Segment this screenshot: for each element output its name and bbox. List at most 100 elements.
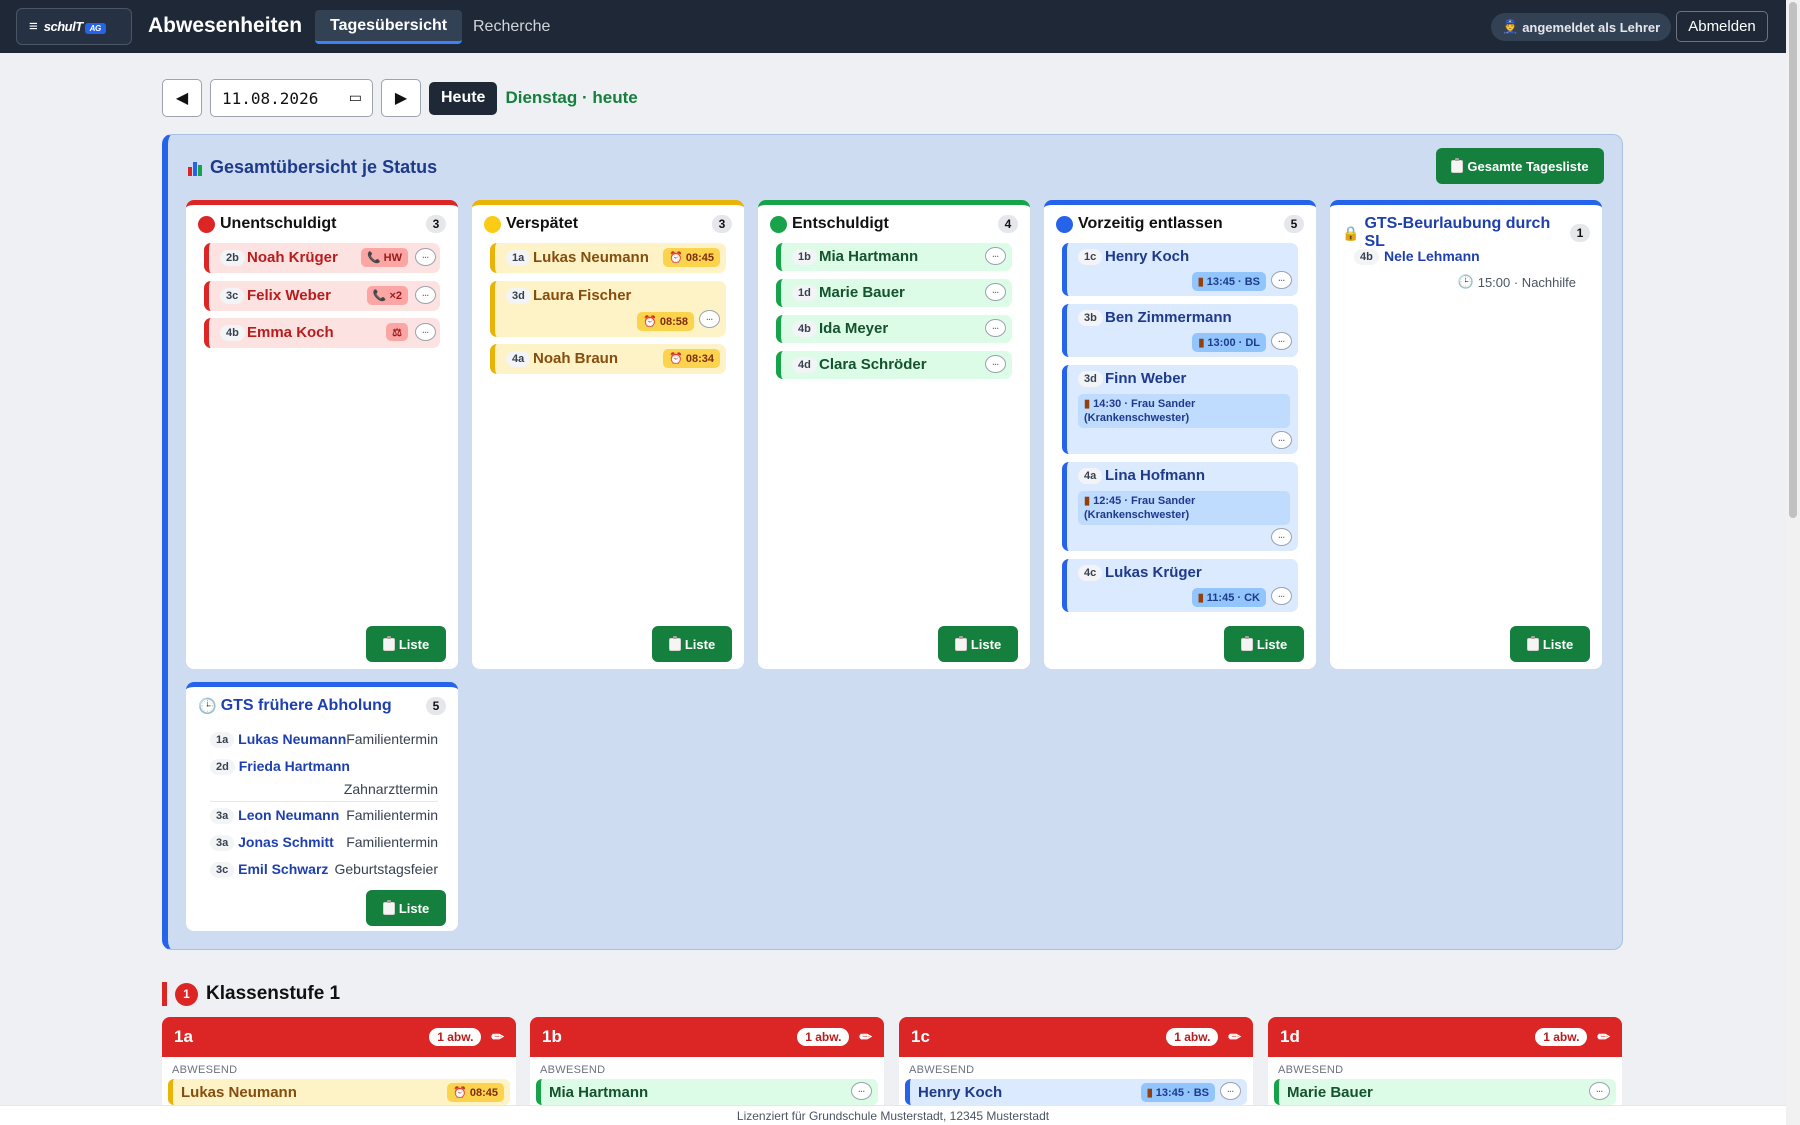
clipboard-icon bbox=[382, 899, 395, 915]
speech-bubble-icon[interactable]: ··· bbox=[1271, 332, 1292, 350]
calendar-icon[interactable]: ▭ bbox=[349, 90, 362, 106]
tab-recherche[interactable]: Recherche bbox=[458, 10, 565, 44]
column-title: Unentschuldigt bbox=[220, 215, 337, 232]
class-badge: 3c bbox=[220, 288, 245, 304]
late-item[interactable]: 3d Laura Fischer ⏰ 08:58 ··· bbox=[490, 281, 726, 337]
pickup-row: 2d Frieda Hartmann Zahnarzttermin bbox=[210, 758, 438, 802]
list-button[interactable]: Liste bbox=[652, 626, 732, 662]
release-info-tag: ▮ 14:30 · Frau Sander (Krankenschwester) bbox=[1078, 394, 1290, 428]
student-name[interactable]: Clara Schröder bbox=[819, 356, 927, 373]
class-badge: 1a bbox=[506, 250, 531, 266]
absent-student[interactable]: Marie Bauer ··· bbox=[1274, 1079, 1616, 1105]
class-header[interactable]: 1a 1 abw. ✏ bbox=[162, 1017, 516, 1057]
excused-item[interactable]: 1b Mia Hartmann ··· bbox=[776, 243, 1012, 271]
student-name[interactable]: Ida Meyer bbox=[819, 320, 888, 337]
class-badge: 4b bbox=[1354, 249, 1379, 265]
student-name[interactable]: Finn Weber bbox=[1105, 370, 1186, 387]
app-menu-button[interactable]: ≡ schulT AG bbox=[16, 8, 132, 45]
speech-bubble-icon[interactable]: ··· bbox=[985, 355, 1006, 373]
clipboard-icon bbox=[954, 635, 967, 651]
teacher-icon: 👮 bbox=[1502, 19, 1519, 34]
student-name[interactable]: Lukas Neumann bbox=[238, 731, 346, 747]
green-circle-icon bbox=[770, 215, 787, 233]
student-name[interactable]: Lukas Krüger bbox=[1105, 564, 1202, 581]
speech-bubble-icon[interactable]: ··· bbox=[699, 310, 720, 328]
class-card-1c: 1c 1 abw. ✏ ABWESEND Henry Koch ▮ 13:45 · BS… bbox=[899, 1017, 1253, 1110]
list-button[interactable]: Liste bbox=[1510, 626, 1590, 662]
door-icon: ▮ bbox=[1146, 1087, 1153, 1099]
speech-bubble-icon[interactable]: ··· bbox=[415, 248, 436, 266]
red-circle-icon bbox=[198, 215, 215, 233]
speech-bubble-icon[interactable]: ··· bbox=[1271, 431, 1292, 449]
absent-student[interactable]: Mia Hartmann ··· bbox=[536, 1079, 878, 1105]
student-name[interactable]: Laura Fischer bbox=[533, 287, 631, 304]
speech-bubble-icon[interactable]: ··· bbox=[1589, 1082, 1610, 1100]
pickup-reason: Familientermin bbox=[346, 807, 438, 823]
student-name[interactable]: Ben Zimmermann bbox=[1105, 309, 1232, 326]
speech-bubble-icon[interactable]: ··· bbox=[985, 319, 1006, 337]
list-button[interactable]: Liste bbox=[1224, 626, 1304, 662]
class-header[interactable]: 1b 1 abw. ✏ bbox=[530, 1017, 884, 1057]
absence-item[interactable]: 2b Noah Krüger 📞 HW ··· bbox=[204, 243, 440, 273]
scrollbar-thumb[interactable] bbox=[1789, 2, 1797, 518]
excused-item[interactable]: 4d Clara Schröder ··· bbox=[776, 351, 1012, 379]
speech-bubble-icon[interactable]: ··· bbox=[1271, 587, 1292, 605]
early-release-item[interactable]: 3b Ben Zimmermann ▮ 13:00 · DL ··· bbox=[1062, 304, 1298, 357]
logout-button[interactable]: Abmelden bbox=[1676, 11, 1768, 42]
speech-bubble-icon[interactable]: ··· bbox=[1271, 528, 1292, 546]
list-button[interactable]: Liste bbox=[366, 626, 446, 662]
tab-tagesuebersicht[interactable]: Tagesübersicht bbox=[315, 10, 463, 44]
all-day-list-button[interactable]: Gesamte Tagesliste bbox=[1436, 148, 1604, 184]
student-name[interactable]: Noah Braun bbox=[533, 350, 618, 367]
student-name[interactable]: Nele Lehmann bbox=[1384, 248, 1480, 264]
list-button[interactable]: Liste bbox=[938, 626, 1018, 662]
student-name[interactable]: Frieda Hartmann bbox=[239, 758, 350, 774]
student-name[interactable]: Mia Hartmann bbox=[819, 248, 918, 265]
early-release-item[interactable]: 1c Henry Koch ▮ 13:45 · BS ··· bbox=[1062, 243, 1298, 296]
absence-item[interactable]: 3c Felix Weber 📞 ×2 ··· bbox=[204, 281, 440, 311]
speech-bubble-icon[interactable]: ··· bbox=[985, 283, 1006, 301]
speech-bubble-icon[interactable]: ··· bbox=[415, 286, 436, 304]
late-item[interactable]: 1a Lukas Neumann ⏰ 08:45 bbox=[490, 243, 726, 273]
excused-item[interactable]: 1d Marie Bauer ··· bbox=[776, 279, 1012, 307]
student-name[interactable]: Emma Koch bbox=[247, 324, 334, 341]
speech-bubble-icon[interactable]: ··· bbox=[1220, 1082, 1241, 1100]
class-header[interactable]: 1c 1 abw. ✏ bbox=[899, 1017, 1253, 1057]
student-name[interactable]: Noah Krüger bbox=[247, 249, 338, 266]
student-name[interactable]: Marie Bauer bbox=[819, 284, 905, 301]
speech-bubble-icon[interactable]: ··· bbox=[415, 323, 436, 341]
student-name[interactable]: Emil Schwarz bbox=[238, 861, 328, 877]
today-button[interactable]: Heute bbox=[429, 81, 498, 115]
column-title: Verspätet bbox=[506, 215, 579, 232]
early-release-item[interactable]: 4c Lukas Krüger ▮ 11:45 · CK ··· bbox=[1062, 559, 1298, 612]
class-name: 1b bbox=[542, 1027, 562, 1046]
student-name[interactable]: Felix Weber bbox=[247, 287, 331, 304]
class-header[interactable]: 1d 1 abw. ✏ bbox=[1268, 1017, 1622, 1057]
student-name[interactable]: Jonas Schmitt bbox=[238, 834, 334, 850]
absence-item[interactable]: 4b Emma Koch ⚖ ··· bbox=[204, 318, 440, 348]
list-button[interactable]: Liste bbox=[366, 890, 446, 926]
date-input[interactable]: 11.08.2026 ▭ bbox=[210, 79, 373, 117]
student-name[interactable]: Leon Neumann bbox=[238, 807, 339, 823]
pencil-icon[interactable]: ✏ bbox=[491, 1028, 504, 1046]
student-name[interactable]: Lukas Neumann bbox=[533, 249, 649, 266]
absent-student[interactable]: Lukas Neumann ⏰ 08:45 bbox=[168, 1079, 510, 1105]
absent-student[interactable]: Henry Koch ▮ 13:45 · BS ··· bbox=[905, 1079, 1247, 1105]
early-release-item[interactable]: 4a Lina Hofmann ▮ 12:45 · Frau Sander (K… bbox=[1062, 462, 1298, 551]
speech-bubble-icon[interactable]: ··· bbox=[1271, 271, 1292, 289]
phone-tag: 📞 HW bbox=[360, 248, 408, 267]
pencil-icon[interactable]: ✏ bbox=[859, 1028, 872, 1046]
door-icon: ▮ bbox=[1198, 337, 1205, 349]
speech-bubble-icon[interactable]: ··· bbox=[985, 247, 1006, 265]
previous-day-button[interactable]: ◀ bbox=[162, 79, 202, 117]
next-day-button[interactable]: ▶ bbox=[381, 79, 421, 117]
student-name[interactable]: Lina Hofmann bbox=[1105, 467, 1205, 484]
pencil-icon[interactable]: ✏ bbox=[1597, 1028, 1610, 1046]
early-release-item[interactable]: 3d Finn Weber ▮ 14:30 · Frau Sander (Kra… bbox=[1062, 365, 1298, 454]
speech-bubble-icon[interactable]: ··· bbox=[851, 1082, 872, 1100]
pencil-icon[interactable]: ✏ bbox=[1228, 1028, 1241, 1046]
scale-icon: ⚖ bbox=[386, 323, 408, 341]
excused-item[interactable]: 4b Ida Meyer ··· bbox=[776, 315, 1012, 343]
late-item[interactable]: 4a Noah Braun ⏰ 08:34 bbox=[490, 344, 726, 374]
student-name[interactable]: Henry Koch bbox=[1105, 248, 1189, 265]
